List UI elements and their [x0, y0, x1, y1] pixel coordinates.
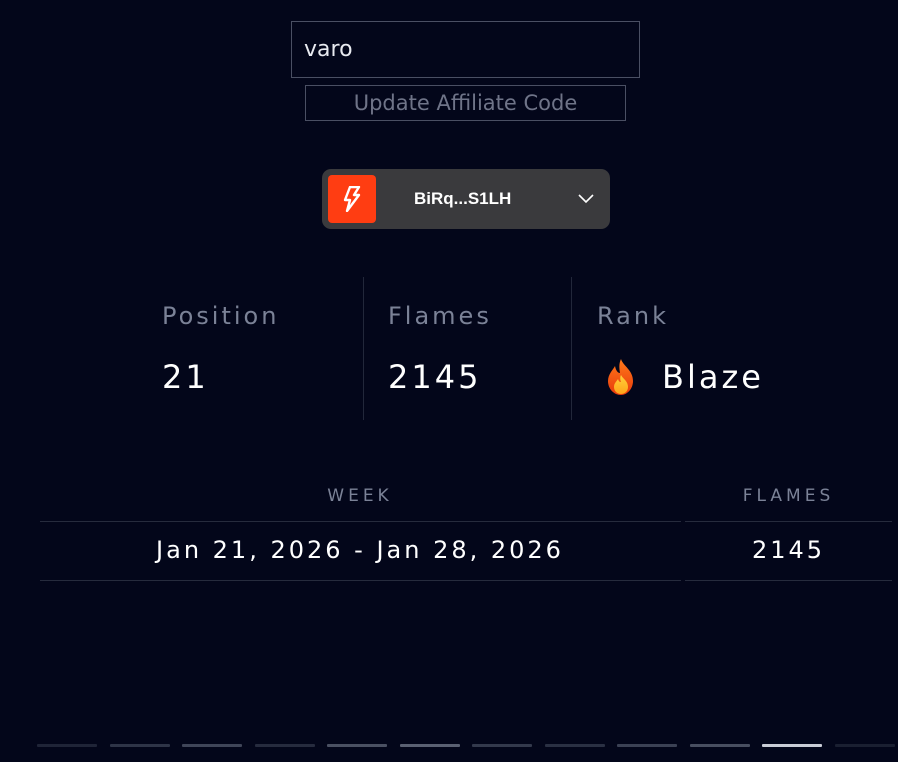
position-value: 21 [162, 358, 209, 396]
table-divider [685, 521, 892, 522]
affiliate-code-input[interactable] [291, 21, 640, 78]
page-dot[interactable] [689, 744, 750, 747]
page-dot[interactable] [834, 744, 895, 747]
rank-label: Rank [597, 302, 669, 330]
position-label: Position [162, 302, 280, 330]
table-divider [685, 580, 892, 581]
flames-value: 2145 [388, 358, 482, 396]
page-dot[interactable] [617, 744, 677, 747]
flames-cell: 2145 [751, 536, 826, 564]
fire-icon [608, 359, 633, 395]
update-affiliate-code-button[interactable]: Update Affiliate Code [305, 85, 626, 121]
page-dot[interactable] [37, 744, 97, 747]
page-dot[interactable] [327, 744, 387, 747]
chevron-down-icon [578, 194, 594, 204]
stat-divider [571, 277, 572, 420]
rank-value: Blaze [662, 358, 764, 396]
rewards-page: Update Affiliate Code BiRq...S1LH Positi… [0, 0, 898, 762]
column-header-flames: FLAMES [742, 486, 835, 506]
table-divider [40, 580, 681, 581]
page-dot[interactable] [109, 744, 170, 747]
week-cell: Jan 21, 2026 - Jan 28, 2026 [156, 536, 564, 564]
page-dot-active[interactable] [762, 744, 822, 747]
wallet-address: BiRq...S1LH [414, 189, 512, 208]
page-indicator [0, 744, 898, 747]
page-dot[interactable] [399, 744, 460, 747]
column-header-week: WEEK [327, 486, 393, 506]
page-dot[interactable] [254, 744, 315, 747]
page-dot[interactable] [544, 744, 605, 747]
wallet-selector[interactable]: BiRq...S1LH [322, 169, 610, 229]
bolt-icon [328, 175, 376, 223]
flames-label: Flames [388, 302, 492, 330]
page-dot[interactable] [182, 744, 242, 747]
page-dot[interactable] [472, 744, 532, 747]
table-divider [40, 521, 681, 522]
stat-divider [363, 277, 364, 420]
